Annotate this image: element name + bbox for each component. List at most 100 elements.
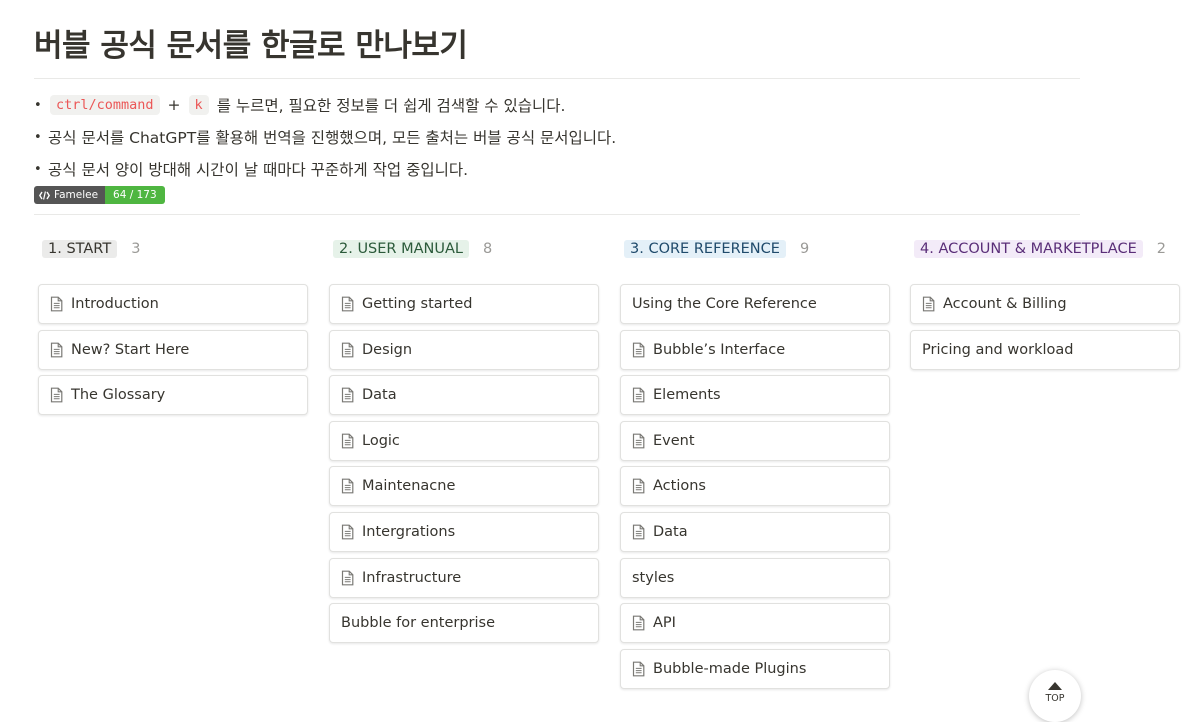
page-icon <box>341 570 354 585</box>
page-icon <box>632 524 645 540</box>
page-icon <box>922 296 935 312</box>
badge-label-section: Famelee <box>34 186 106 204</box>
column-header: 4. ACCOUNT & MARKETPLACE 2 <box>914 236 1182 262</box>
intro-item-translation: • 공식 문서를 ChatGPT를 활용해 번역을 진행했으며, 모든 출처는 … <box>34 121 616 153</box>
code-icon <box>39 190 50 200</box>
board-column-3: 3. CORE REFERENCE 9 Using the Core Referen… <box>620 236 892 689</box>
page-icon <box>50 342 63 357</box>
badge-value: 64 / 173 <box>105 186 165 204</box>
column-tag[interactable]: 1. START <box>42 240 118 258</box>
column-count: 9 <box>799 241 810 257</box>
board-column-4: 4. ACCOUNT & MARKETPLACE 2 Account & Billi… <box>910 236 1182 370</box>
column-count: 2 <box>1156 241 1166 257</box>
board-card[interactable]: Account & Billing <box>910 284 1180 324</box>
page-icon <box>632 478 645 494</box>
intro-list: • ctrl/command + k 를 누르면, 필요한 정보를 더 쉽게 검… <box>34 89 616 185</box>
column-header: 1. START 3 <box>42 236 310 262</box>
divider-top <box>34 78 1080 79</box>
scroll-top-button[interactable]: TOP <box>1029 670 1081 722</box>
page-icon <box>341 296 354 312</box>
column-count: 3 <box>131 241 141 257</box>
card-title: Event <box>653 432 695 449</box>
board-card[interactable]: Introduction <box>38 284 308 324</box>
card-title: Bubble’s Interface <box>653 341 786 358</box>
card-title: Elements <box>653 387 721 404</box>
board-card[interactable]: Bubble’s Interface <box>620 329 890 370</box>
intro-item-shortcut: • ctrl/command + k 를 누르면, 필요한 정보를 더 쉽게 검… <box>34 89 616 121</box>
column-count: 8 <box>483 241 493 257</box>
board-card[interactable]: Event <box>620 420 890 461</box>
badge-label: Famelee <box>54 189 99 201</box>
card-title: Maintenacne <box>362 478 456 495</box>
board-card[interactable]: Elements <box>620 375 890 416</box>
card-title: Bubble for enterprise <box>341 615 495 632</box>
page-title: 버블 공식 문서를 한글로 만나보기 <box>34 28 468 64</box>
column-tag[interactable]: 2. USER MANUAL <box>333 240 469 258</box>
column-tag[interactable]: 3. CORE REFERENCE <box>624 240 786 258</box>
page-icon <box>632 433 645 449</box>
shortcut-key-k: k <box>188 95 209 115</box>
board-card[interactable]: styles <box>620 557 890 598</box>
card-title: API <box>653 615 676 632</box>
board-card[interactable]: New? Start Here <box>38 329 308 370</box>
page-icon <box>341 524 354 540</box>
progress-badge[interactable]: Famelee 64 / 173 <box>34 186 165 204</box>
card-title: styles <box>632 569 675 586</box>
board-card[interactable]: The Glossary <box>38 375 308 416</box>
board-card[interactable]: Bubble-made Plugins <box>620 648 890 689</box>
board-card[interactable]: Bubble for enterprise <box>329 603 599 644</box>
board-column-2: 2. USER MANUAL 8 Getting started Design Data… <box>329 236 601 644</box>
board-card[interactable]: Data <box>620 512 890 552</box>
page-icon <box>632 387 645 403</box>
page-icon <box>632 342 645 357</box>
card-title: Design <box>362 341 413 358</box>
card-title: Data <box>653 524 688 540</box>
bullet-dot: • <box>34 129 42 145</box>
card-title: Introduction <box>71 296 159 312</box>
page-icon <box>341 478 354 494</box>
board-column-1: 1. START 3 Introduction New? Start Here The … <box>38 236 310 416</box>
board-card[interactable]: Intergrations <box>329 512 599 552</box>
plus-sign: + <box>167 96 181 114</box>
board-card[interactable]: Using the Core Reference <box>620 284 890 324</box>
page-icon <box>632 661 645 677</box>
intro-text-2: 공식 문서를 ChatGPT를 활용해 번역을 진행했으며, 모든 출처는 버블… <box>48 129 617 147</box>
page-icon <box>50 387 63 403</box>
intro-text-3: 공식 문서 양이 방대해 시간이 날 때마다 꾸준하게 작업 중입니다. <box>48 161 469 179</box>
bullet-dot: • <box>34 97 42 113</box>
board-card[interactable]: API <box>620 603 890 644</box>
board-card[interactable]: Getting started <box>329 284 599 324</box>
board-card[interactable]: Data <box>329 375 599 416</box>
card-title: The Glossary <box>71 387 166 404</box>
column-header: 2. USER MANUAL 8 <box>333 236 601 262</box>
board-card[interactable]: Maintenacne <box>329 466 599 507</box>
card-title: Intergrations <box>362 524 456 540</box>
intro-text-1: 를 누르면, 필요한 정보를 더 쉽게 검색할 수 있습니다. <box>216 97 566 115</box>
scroll-top-label: TOP <box>1045 693 1065 704</box>
arrow-up-icon <box>1048 682 1062 690</box>
board-card[interactable]: Pricing and workload <box>910 329 1180 370</box>
card-title: Bubble-made Plugins <box>653 660 807 677</box>
page-icon <box>341 433 354 449</box>
card-title: Infrastructure <box>362 569 462 586</box>
shortcut-key-ctrl: ctrl/command <box>50 95 160 115</box>
divider-bottom <box>34 214 1080 215</box>
column-header: 3. CORE REFERENCE 9 <box>624 236 892 262</box>
board-card[interactable]: Design <box>329 329 599 370</box>
bullet-dot: • <box>34 161 42 177</box>
card-title: Getting started <box>362 296 473 312</box>
card-title: Account & Billing <box>943 296 1067 312</box>
card-title: Data <box>362 387 397 404</box>
page-icon <box>632 615 645 631</box>
board-card[interactable]: Infrastructure <box>329 557 599 598</box>
page-icon <box>50 296 63 312</box>
column-tag[interactable]: 4. ACCOUNT & MARKETPLACE <box>914 240 1143 258</box>
board-card[interactable]: Actions <box>620 466 890 507</box>
board-card[interactable]: Logic <box>329 420 599 461</box>
card-title: Pricing and workload <box>922 341 1074 358</box>
page-icon <box>341 387 354 403</box>
intro-item-progress: • 공식 문서 양이 방대해 시간이 날 때마다 꾸준하게 작업 중입니다. <box>34 153 616 185</box>
card-title: Actions <box>653 478 706 495</box>
card-title: New? Start Here <box>71 341 190 358</box>
page-icon <box>341 342 354 357</box>
